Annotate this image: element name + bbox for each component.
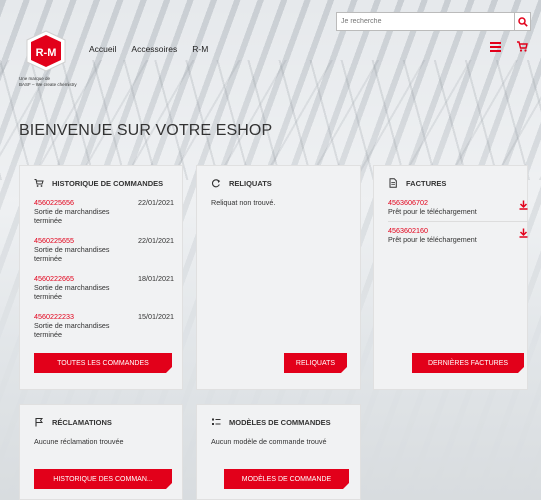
main-nav: Accueil Accessoires R-M	[89, 44, 223, 54]
order-row: 4560225656 22/01/2021 Sortie de marchand…	[34, 198, 174, 225]
claims-message: Aucune réclamation trouvée	[34, 437, 124, 446]
order-date: 22/01/2021	[138, 198, 174, 207]
orders-card-title: HISTORIQUE DE COMMANDES	[34, 178, 163, 188]
document-icon	[389, 178, 397, 188]
invoice-divider	[388, 221, 528, 222]
invoices-title: FACTURES	[406, 178, 447, 188]
nav-item-rm[interactable]: R-M	[192, 44, 208, 54]
backorders-message: Reliquat non trouvé.	[211, 198, 276, 207]
order-templates-card: MODÈLES DE COMMANDES Aucun modèle de com…	[196, 404, 361, 500]
cart-icon	[34, 179, 44, 187]
claims-history-button[interactable]: HISTORIQUE DES COMMAN...	[34, 469, 172, 489]
order-status: terminée	[34, 292, 62, 301]
flag-icon	[35, 418, 43, 427]
orders-card: HISTORIQUE DE COMMANDES 4560225656 22/01…	[19, 165, 183, 390]
order-templates-button[interactable]: MODÈLES DE COMMANDE	[224, 469, 349, 489]
invoice-status: Prêt pour le téléchargement	[388, 207, 477, 216]
logo-text: R-M	[36, 47, 57, 59]
latest-invoices-button[interactable]: DERNIÈRES FACTURES	[412, 353, 524, 373]
order-date: 22/01/2021	[138, 236, 174, 245]
order-row: 4560222665 18/01/2021 Sortie de marchand…	[34, 274, 174, 301]
claims-title: RÉCLAMATIONS	[52, 417, 112, 427]
invoice-number-link[interactable]: 4563606702	[388, 198, 528, 207]
menu-icon[interactable]	[490, 42, 501, 52]
invoices-card: FACTURES 4563606702 Prêt pour le télécha…	[373, 165, 528, 390]
order-status: Sortie de marchandises	[34, 245, 110, 254]
brand-logo[interactable]: R-M	[19, 30, 73, 72]
search-input[interactable]	[336, 12, 514, 31]
backorders-button[interactable]: RELIQUATS	[284, 353, 347, 373]
search-bar	[336, 12, 531, 31]
order-status: Sortie de marchandises	[34, 321, 110, 330]
order-status: Sortie de marchandises	[34, 207, 110, 216]
all-orders-button[interactable]: TOUTES LES COMMANDES	[34, 353, 172, 373]
order-date: 15/01/2021	[138, 312, 174, 321]
nav-item-accessories[interactable]: Accessoires	[131, 44, 177, 54]
background-beams	[0, 60, 541, 180]
backorders-title: RELIQUATS	[229, 178, 272, 188]
refresh-icon	[211, 179, 221, 188]
order-status: Sortie de marchandises	[34, 283, 110, 292]
templates-message: Aucun modèle de commande trouvé	[211, 437, 327, 446]
logo-subtitle: Une marque de BASF – We create chemistry	[19, 76, 77, 87]
logo-subtitle-line-2: BASF – We create chemistry	[19, 81, 77, 87]
invoice-row: 4563606702 Prêt pour le téléchargement	[388, 198, 528, 216]
list-icon	[212, 418, 221, 425]
claims-card-title: RÉCLAMATIONS	[34, 417, 112, 427]
cart-icon[interactable]	[516, 40, 528, 53]
order-status: terminée	[34, 216, 62, 225]
nav-item-home[interactable]: Accueil	[89, 44, 116, 54]
order-row: 4560225655 22/01/2021 Sortie de marchand…	[34, 236, 174, 263]
search-button[interactable]	[514, 12, 531, 31]
download-icon[interactable]	[519, 228, 528, 238]
order-status: terminée	[34, 254, 62, 263]
orders-title: HISTORIQUE DE COMMANDES	[52, 178, 164, 188]
templates-title: MODÈLES DE COMMANDES	[229, 417, 331, 427]
invoice-status: Prêt pour le téléchargement	[388, 235, 477, 244]
page-title: BIENVENUE SUR VOTRE ESHOP	[19, 122, 273, 139]
claims-card: RÉCLAMATIONS Aucune réclamation trouvée …	[19, 404, 183, 500]
order-templates-card-title: MODÈLES DE COMMANDES	[211, 417, 331, 427]
order-date: 18/01/2021	[138, 274, 174, 283]
backorders-card: RELIQUATS Reliquat non trouvé. RELIQUATS	[196, 165, 361, 390]
search-icon	[517, 16, 528, 27]
download-icon[interactable]	[519, 200, 528, 210]
backorders-card-title: RELIQUATS	[211, 178, 272, 188]
invoices-card-title: FACTURES	[388, 178, 446, 188]
invoice-row: 4563602160 Prêt pour le téléchargement	[388, 226, 528, 244]
invoice-number-link[interactable]: 4563602160	[388, 226, 528, 235]
order-row: 4560222233 15/01/2021 Sortie de marchand…	[34, 312, 174, 339]
order-status: terminée	[34, 330, 62, 339]
